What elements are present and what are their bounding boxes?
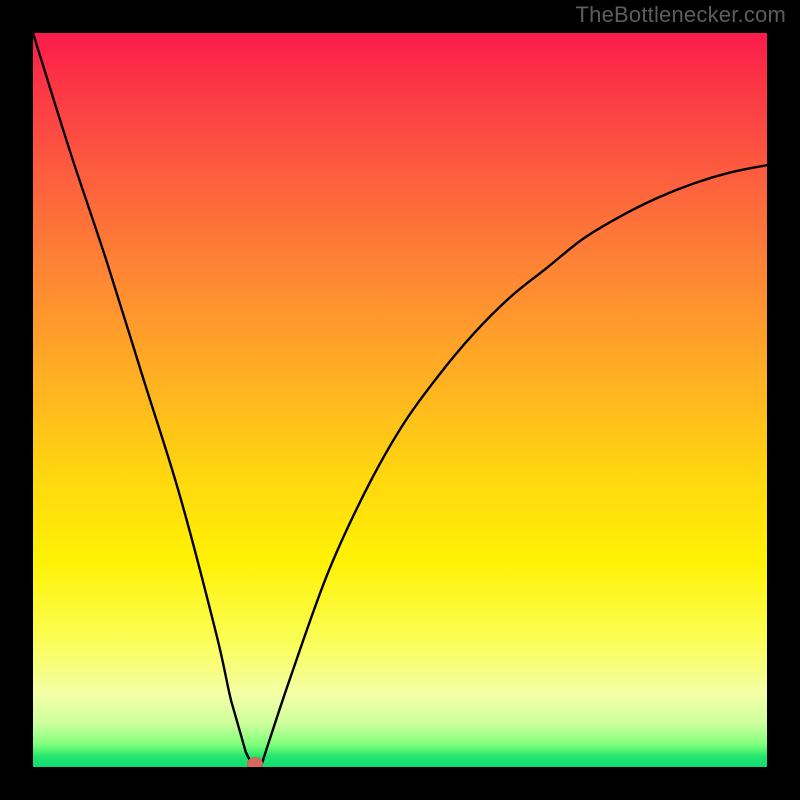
chart-frame: TheBottlenecker.com (0, 0, 800, 800)
attribution-text: TheBottlenecker.com (576, 2, 786, 28)
bottleneck-curve-path (33, 33, 767, 767)
plot-area (33, 33, 767, 767)
optimal-point-marker (247, 757, 263, 767)
curve-svg (33, 33, 767, 767)
